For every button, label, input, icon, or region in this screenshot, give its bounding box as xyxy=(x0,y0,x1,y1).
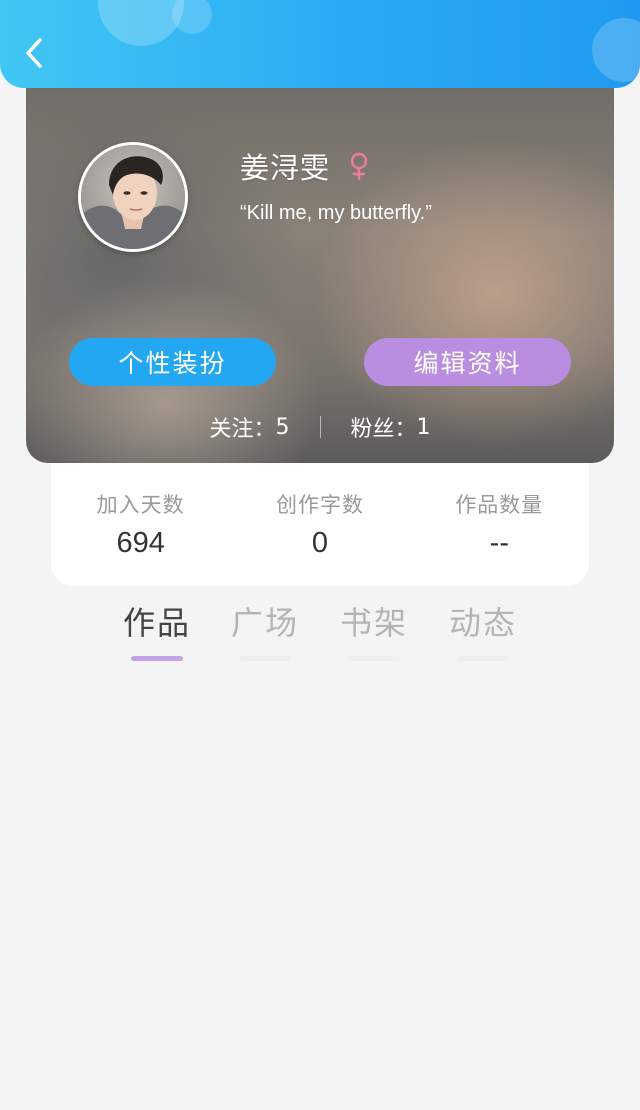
stat-value: 0 xyxy=(311,527,329,559)
top-header-bar xyxy=(0,0,640,88)
tab-label: 广场 xyxy=(230,604,299,642)
tab-indicator xyxy=(348,656,400,661)
female-icon xyxy=(348,152,370,180)
tab-works[interactable]: 作品 xyxy=(102,600,212,666)
following-label: 关注： xyxy=(209,417,276,442)
tab-plaza[interactable]: 广场 xyxy=(210,600,320,666)
stat-label: 作品数量 xyxy=(455,493,544,517)
avatar[interactable] xyxy=(78,142,188,252)
chevron-left-icon xyxy=(26,38,42,68)
dress-up-button[interactable]: 个性装扮 xyxy=(69,338,276,386)
tab-indicator xyxy=(457,656,509,661)
name-row: 姜浔雯 xyxy=(240,148,370,185)
decor-bubble xyxy=(172,0,212,34)
profile-signature: “Kill me, my butterfly.” xyxy=(240,202,432,224)
stats-card: 加入天数 694 创作字数 0 作品数量 -- xyxy=(51,463,589,586)
tab-bookshelf[interactable]: 书架 xyxy=(319,600,429,666)
fans-label: 粉丝： xyxy=(350,417,417,442)
back-button[interactable] xyxy=(16,30,56,76)
decor-bubble xyxy=(592,18,640,82)
stat-label: 创作字数 xyxy=(275,493,364,517)
decor-bubble xyxy=(98,0,184,46)
tab-label: 动态 xyxy=(448,604,517,642)
fans-count[interactable]: 粉丝： 1 xyxy=(351,411,431,443)
tab-label: 作品 xyxy=(122,604,191,642)
tab-activity[interactable]: 动态 xyxy=(428,600,538,666)
fans-value: 1 xyxy=(416,414,431,440)
tab-indicator xyxy=(131,656,183,661)
stat-value: -- xyxy=(489,527,509,559)
username: 姜浔雯 xyxy=(240,151,331,185)
edit-profile-button[interactable]: 编辑资料 xyxy=(364,338,571,386)
tab-indicator xyxy=(239,656,291,661)
stat-label: 加入天数 xyxy=(96,493,185,517)
stat-value: 694 xyxy=(116,527,165,559)
follow-stats: 关注： 5 粉丝： 1 xyxy=(26,410,614,444)
following-value: 5 xyxy=(275,414,290,440)
stat-word-count: 创作字数 0 xyxy=(230,463,409,586)
avatar-photo xyxy=(81,145,185,249)
following-count[interactable]: 关注： 5 xyxy=(209,411,289,443)
tab-label: 书架 xyxy=(339,604,408,642)
stat-join-days: 加入天数 694 xyxy=(51,463,230,586)
stat-works-count: 作品数量 -- xyxy=(410,463,589,586)
profile-card: 姜浔雯 “Kill me, my butterfly.” 个性装扮 编辑资料 关… xyxy=(26,74,614,463)
content-tabs: 作品 广场 书架 动态 xyxy=(0,600,640,670)
divider xyxy=(319,416,321,438)
